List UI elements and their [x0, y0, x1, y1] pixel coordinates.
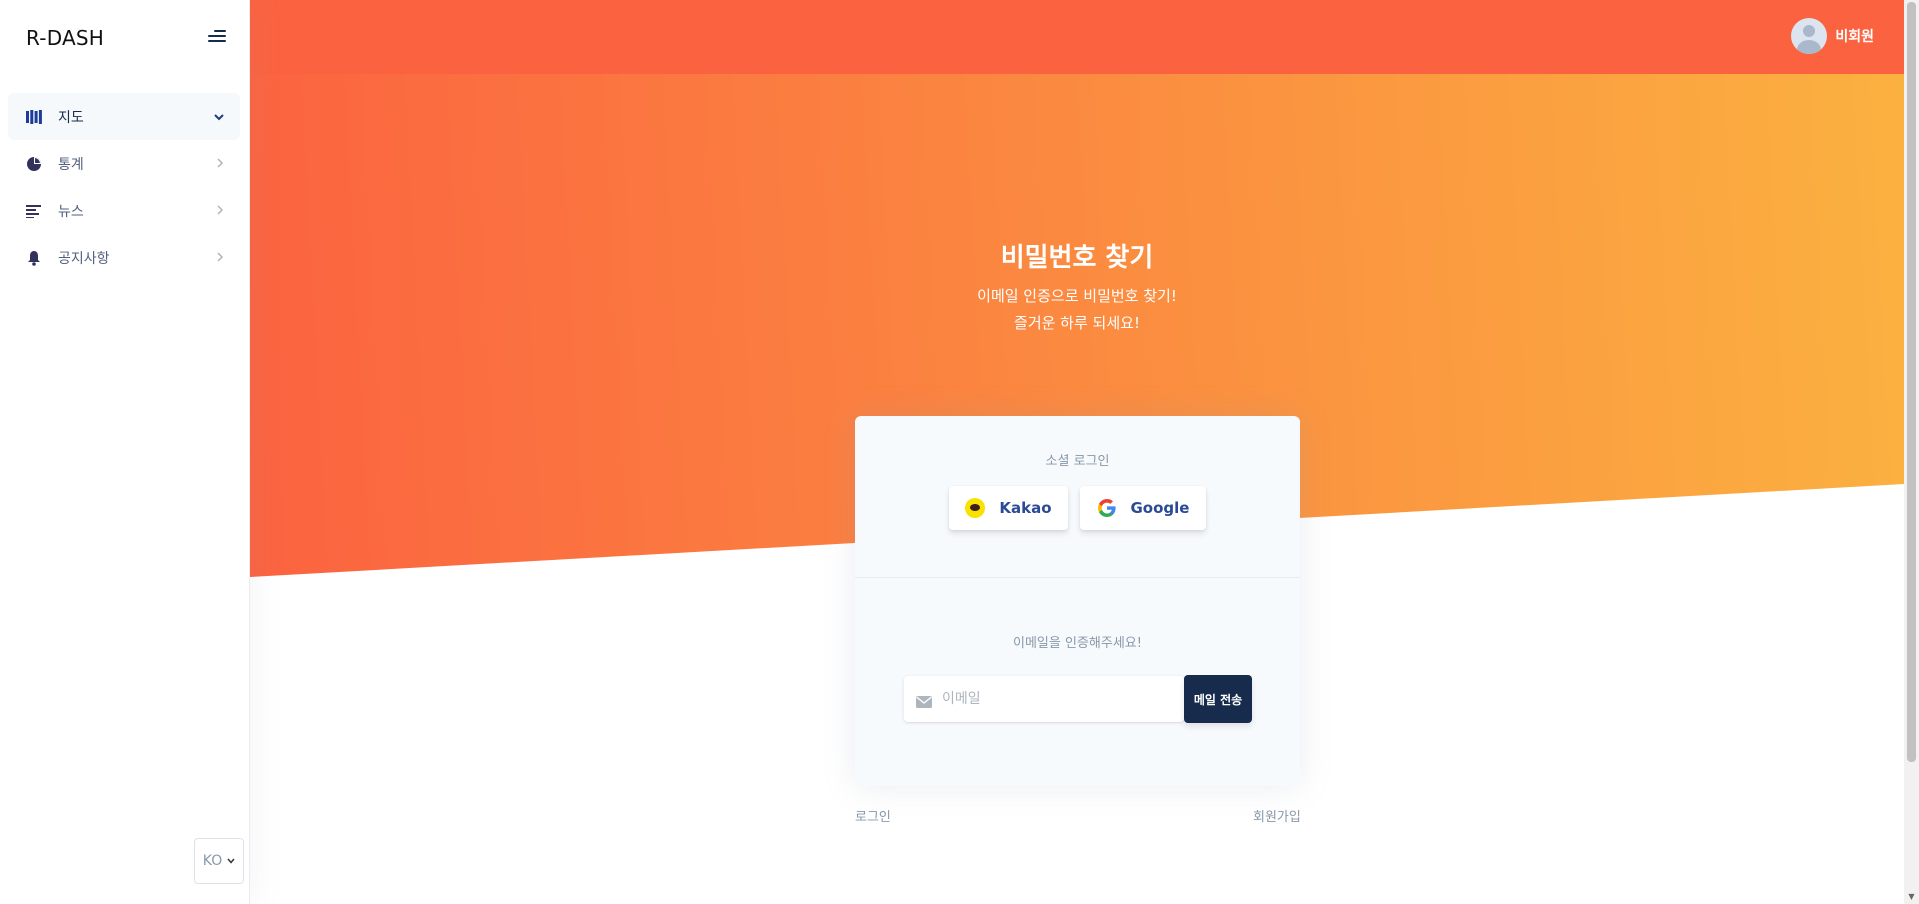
sidebar-item-label: 공지사항	[58, 250, 110, 267]
signup-link[interactable]: 회원가입	[1253, 806, 1301, 825]
username: 비회원	[1835, 29, 1874, 45]
envelope-icon	[916, 693, 932, 708]
bell-icon	[24, 248, 44, 268]
google-login-button[interactable]: Google	[1080, 486, 1206, 530]
pie-chart-icon	[24, 154, 44, 174]
subtitle-line: 즐거운 하루 되세요!	[1014, 314, 1140, 332]
send-mail-button[interactable]: 메일 전송	[1184, 675, 1252, 723]
avatar	[1791, 18, 1828, 54]
chevron-down-icon	[214, 110, 224, 124]
sidebar-item-label: 뉴스	[58, 203, 84, 220]
google-label: Google	[1130, 499, 1190, 517]
page-scrollbar[interactable]: ▲ ▼	[1904, 0, 1919, 904]
kakao-icon	[965, 498, 986, 518]
social-login-label: 소셜 로그인	[1045, 454, 1110, 469]
sidebar-item-news[interactable]: 뉴스	[8, 187, 240, 234]
map-icon	[24, 107, 44, 127]
login-link[interactable]: 로그인	[855, 806, 891, 825]
sidebar: R-DASH 지도 통계 뉴스 공지사항 KO	[0, 0, 250, 904]
user-menu[interactable]: 비회원	[1791, 18, 1874, 54]
email-input-group	[904, 676, 1184, 722]
sidebar-toggle-icon[interactable]	[206, 30, 226, 46]
top-navbar: 비회원	[250, 0, 1904, 74]
brand-logo[interactable]: R-DASH	[26, 26, 104, 50]
chevron-right-icon	[216, 251, 224, 265]
password-reset-card: 소셜 로그인 Kakao Google 이메일을 인증해주세요! 이메일 메일 …	[855, 416, 1300, 786]
sidebar-item-stats[interactable]: 통계	[8, 140, 240, 187]
email-input[interactable]	[942, 691, 1162, 707]
kakao-label: Kakao	[999, 499, 1052, 517]
sidebar-nav: 지도 통계 뉴스 공지사항	[8, 93, 240, 281]
social-login-section: 소셜 로그인 Kakao Google	[855, 416, 1300, 578]
chevron-right-icon	[216, 157, 224, 171]
language-select[interactable]: KO	[194, 838, 244, 884]
scroll-down-icon[interactable]: ▼	[1904, 889, 1919, 904]
subtitle-line: 이메일 인증으로 비밀번호 찾기!	[977, 287, 1177, 305]
kakao-login-button[interactable]: Kakao	[949, 486, 1068, 530]
sidebar-item-label: 지도	[58, 109, 84, 126]
language-value: KO	[202, 853, 223, 869]
chevron-down-icon	[227, 856, 235, 867]
scrollbar-thumb[interactable]	[1907, 2, 1916, 762]
page-subtitle: 이메일 인증으로 비밀번호 찾기! 즐거운 하루 되세요!	[250, 283, 1904, 337]
main-content: 비회원 비밀번호 찾기 이메일 인증으로 비밀번호 찾기! 즐거운 하루 되세요…	[250, 0, 1904, 904]
news-lines-icon	[24, 201, 44, 221]
google-icon	[1097, 499, 1116, 517]
page-title: 비밀번호 찾기	[1000, 243, 1154, 273]
sidebar-item-label: 통계	[58, 156, 84, 173]
sidebar-item-map[interactable]: 지도	[8, 93, 240, 140]
chevron-right-icon	[216, 204, 224, 218]
sidebar-item-notices[interactable]: 공지사항	[8, 234, 240, 281]
verify-email-label: 이메일을 인증해주세요!	[1013, 636, 1142, 651]
